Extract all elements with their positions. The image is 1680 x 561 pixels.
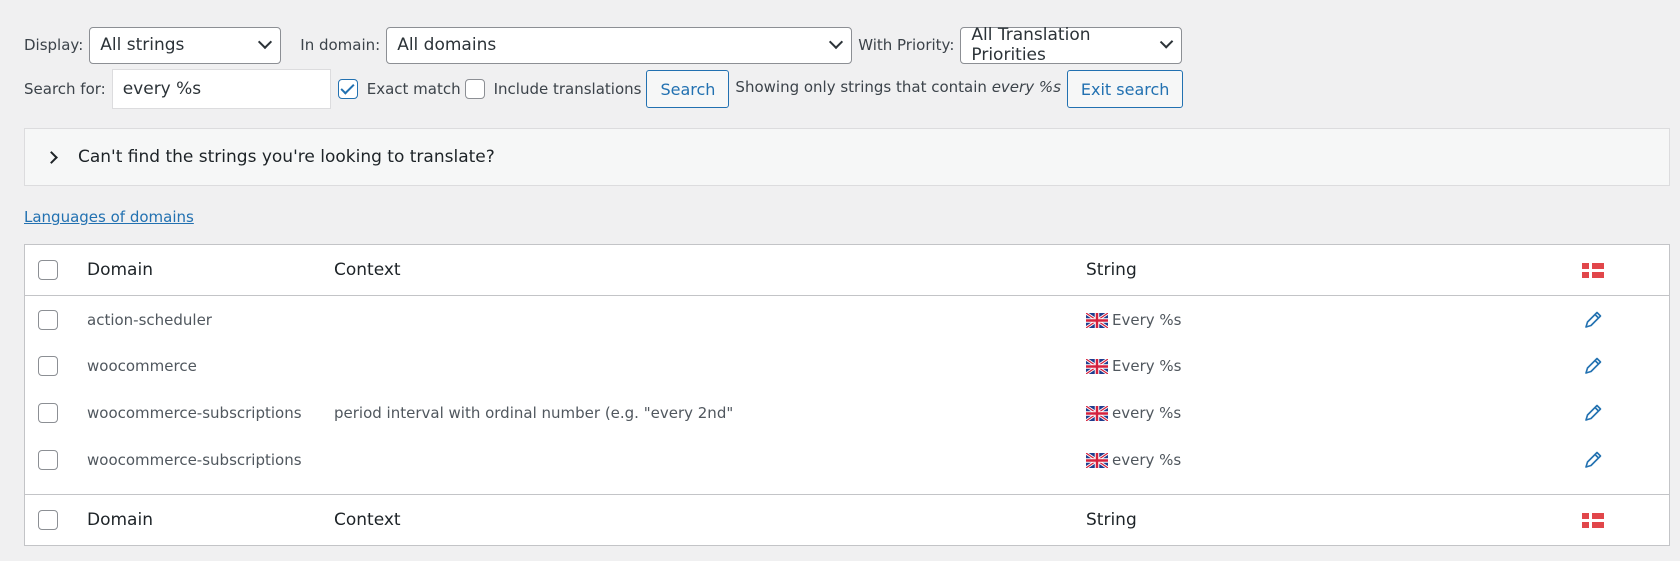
row-domain: action-scheduler <box>87 311 212 329</box>
column-header-context: Context <box>334 260 401 280</box>
table-row: woocommerce-subscriptions every %s <box>25 437 1669 483</box>
row-domain: woocommerce-subscriptions <box>87 404 302 422</box>
filter-bar: Display: All strings In domain: All doma… <box>24 25 1183 65</box>
row-string-text: every %s <box>1112 451 1182 469</box>
chevron-right-icon <box>45 150 58 164</box>
column-header-string: String <box>1086 260 1137 280</box>
pencil-icon[interactable] <box>1582 449 1604 471</box>
row-context: period interval with ordinal number (e.g… <box>334 404 734 422</box>
display-label: Display: <box>24 36 84 54</box>
chevron-down-icon <box>1159 35 1174 49</box>
include-translations-checkbox[interactable] <box>464 79 485 99</box>
search-input[interactable]: every %s <box>111 69 331 109</box>
pencil-icon[interactable] <box>1582 355 1604 377</box>
search-bar: Search for: every %s Exact match Include… <box>24 69 1184 109</box>
exact-match-checkbox[interactable] <box>337 79 358 99</box>
search-status-text: Showing only strings that contain every … <box>735 78 1060 96</box>
uk-flag-icon <box>1086 312 1108 328</box>
row-checkbox[interactable] <box>38 356 58 376</box>
domain-label: In domain: <box>300 36 381 54</box>
strings-table: Domain Context String action-scheduler E… <box>24 244 1670 546</box>
display-select-value: All strings <box>100 35 185 55</box>
row-string-text: every %s <box>1112 404 1182 422</box>
column-header-domain: Domain <box>87 260 153 280</box>
checkmark-icon <box>340 79 355 95</box>
row-checkbox[interactable] <box>38 403 58 423</box>
priority-label: With Priority: <box>858 36 955 54</box>
select-all-checkbox-footer[interactable] <box>38 510 58 530</box>
chevron-down-icon <box>829 34 844 50</box>
pencil-icon[interactable] <box>1582 402 1604 424</box>
column-footer-domain: Domain <box>87 510 153 530</box>
domain-select[interactable]: All domains <box>386 26 853 64</box>
search-input-value: every %s <box>122 79 202 99</box>
search-status-prefix: Showing only strings that contain <box>735 78 987 96</box>
denmark-flag-icon <box>1582 512 1604 528</box>
table-row: woocommerce Every %s <box>25 343 1669 389</box>
row-string: Every %s <box>1086 311 1181 329</box>
column-footer-string: String <box>1086 510 1137 530</box>
uk-flag-icon <box>1086 405 1108 421</box>
row-checkbox[interactable] <box>38 450 58 470</box>
table-row: action-scheduler Every %s <box>25 297 1669 343</box>
row-string-text: Every %s <box>1112 357 1182 375</box>
uk-flag-icon <box>1086 358 1108 374</box>
row-checkbox[interactable] <box>38 310 58 330</box>
help-panel-text: Can't find the strings you're looking to… <box>78 147 495 167</box>
search-button[interactable]: Search <box>646 70 730 108</box>
column-footer-context: Context <box>334 510 401 530</box>
include-translations-label: Include translations <box>493 80 642 98</box>
denmark-flag-icon <box>1582 262 1604 278</box>
help-panel[interactable]: Can't find the strings you're looking to… <box>24 128 1670 186</box>
display-select[interactable]: All strings <box>89 26 282 64</box>
row-string-text: Every %s <box>1112 311 1182 329</box>
languages-of-domains-link[interactable]: Languages of domains <box>24 208 194 226</box>
search-status-term: every %s <box>991 78 1061 96</box>
row-string: every %s <box>1086 404 1181 422</box>
priority-select[interactable]: All Translation Priorities <box>960 25 1183 65</box>
row-domain: woocommerce-subscriptions <box>87 451 302 469</box>
chevron-down-icon <box>258 34 273 50</box>
select-all-checkbox[interactable] <box>38 260 58 280</box>
domain-select-value: All domains <box>397 35 497 55</box>
pencil-icon[interactable] <box>1582 309 1604 331</box>
search-label: Search for: <box>24 80 106 98</box>
row-string: Every %s <box>1086 357 1181 375</box>
priority-select-value: All Translation Priorities <box>971 25 1091 65</box>
table-row: woocommerce-subscriptions period interva… <box>25 389 1669 437</box>
table-header: Domain Context String <box>25 245 1669 296</box>
row-string: every %s <box>1086 451 1181 469</box>
row-domain: woocommerce <box>87 357 197 375</box>
exact-match-label: Exact match <box>366 80 461 98</box>
uk-flag-icon <box>1086 452 1108 468</box>
exit-search-button[interactable]: Exit search <box>1066 70 1184 108</box>
table-footer: Domain Context String <box>25 494 1669 545</box>
